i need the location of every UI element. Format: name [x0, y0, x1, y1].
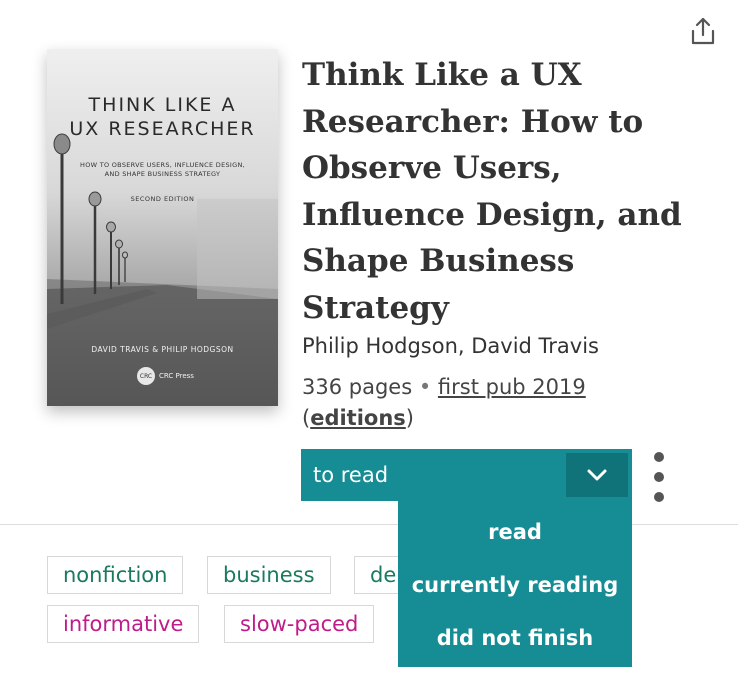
cover-subtitle: HOW TO OBSERVE USERS, INFLUENCE DESIGN, …: [80, 161, 245, 178]
share-button[interactable]: [686, 14, 720, 48]
menu-item-did-not-finish[interactable]: did not finish: [398, 611, 632, 664]
editions-link[interactable]: editions: [310, 406, 406, 430]
more-vertical-icon: [654, 452, 664, 462]
book-title: Think Like a UX Researcher: How to Obser…: [302, 57, 682, 326]
chevron-down-icon: [587, 469, 607, 481]
book-authors[interactable]: Philip Hodgson, David Travis: [302, 334, 599, 358]
status-caret-button[interactable]: [566, 453, 628, 497]
tag-nonfiction[interactable]: nonfiction: [47, 556, 184, 594]
publisher-name: CRC Press: [159, 372, 194, 380]
cover-authors: DAVID TRAVIS & PHILIP HODGSON: [91, 345, 234, 354]
reading-status-dropdown[interactable]: to read: [301, 449, 632, 501]
menu-item-read[interactable]: read: [398, 505, 632, 558]
tag-business[interactable]: business: [207, 556, 331, 594]
more-vertical-icon-dot: [654, 472, 664, 482]
page-count: 336 pages: [302, 375, 413, 399]
crc-logo-icon: CRC: [137, 367, 155, 385]
more-vertical-icon-dot: [654, 492, 664, 502]
cover-title: THINK LIKE A UX RESEARCHER: [69, 94, 256, 140]
share-icon: [691, 17, 715, 45]
reading-status-menu: read currently reading did not finish: [398, 501, 632, 667]
publisher-logo: CRC CRC Press: [137, 367, 194, 385]
more-options-button[interactable]: [648, 452, 670, 502]
reading-status-label: to read: [313, 463, 389, 487]
separator-dot: •: [418, 375, 432, 399]
menu-item-currently-reading[interactable]: currently reading: [398, 558, 632, 611]
book-cover[interactable]: THINK LIKE A UX RESEARCHER HOW TO OBSERV…: [47, 49, 278, 406]
first-pub-link[interactable]: first pub 2019: [438, 375, 586, 399]
book-meta: 336 pages • first pub 2019 (editions): [302, 375, 586, 430]
tag-informative[interactable]: informative: [47, 605, 200, 643]
cover-edition: SECOND EDITION: [130, 195, 195, 203]
tag-slow-paced[interactable]: slow-paced: [224, 605, 375, 643]
